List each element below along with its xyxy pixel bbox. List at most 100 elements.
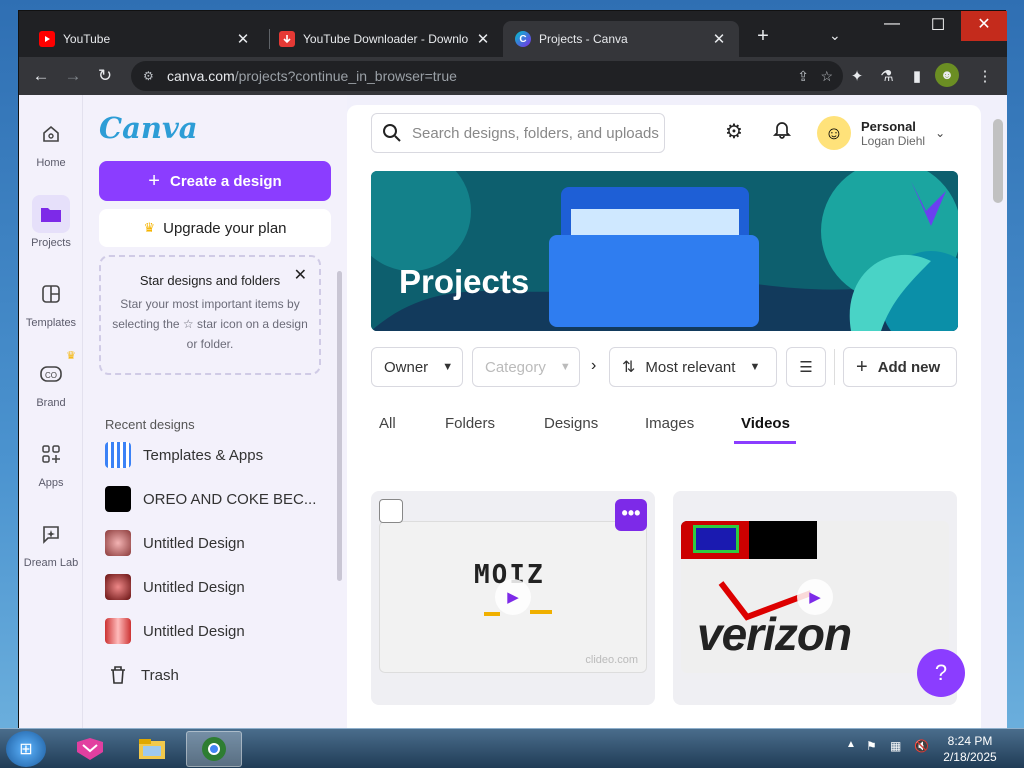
chrome-taskbar-icon[interactable] — [186, 731, 242, 767]
tab-images[interactable]: Images — [645, 415, 694, 432]
notifications-bell-icon[interactable] — [770, 119, 794, 145]
close-tab-icon[interactable]: ✕ — [711, 30, 727, 48]
play-icon[interactable]: ▶ — [495, 579, 531, 615]
canva-page: Home Projects Templates CO ♛ Brand Apps D… — [19, 95, 1007, 729]
banner-illustration — [371, 171, 958, 331]
owner-filter[interactable]: Owner ▼ — [371, 347, 463, 387]
tray-expand-icon[interactable]: ▲ — [846, 739, 856, 750]
share-icon[interactable]: ⇪ — [797, 68, 809, 85]
canva-logo[interactable]: Canva — [99, 111, 198, 145]
chevron-down-icon: ▼ — [749, 361, 761, 373]
brand-icon: CO ♛ — [32, 350, 76, 393]
sidebar-scrollbar[interactable] — [337, 271, 342, 581]
upgrade-plan-button[interactable]: ♛ Upgrade your plan — [99, 209, 331, 247]
site-info-icon[interactable]: ⚙ — [143, 69, 163, 83]
profile-avatar[interactable]: ☻ — [935, 63, 959, 87]
close-icon[interactable]: ✕ — [294, 265, 307, 285]
design-thumbnail — [105, 442, 131, 468]
search-input[interactable]: Search designs, folders, and uploads — [371, 113, 665, 153]
help-button[interactable]: ? — [917, 649, 965, 697]
close-tab-icon[interactable]: ✕ — [235, 30, 251, 48]
close-window-button[interactable]: ✕ — [961, 11, 1007, 41]
apps-icon — [32, 435, 70, 473]
tab-folders[interactable]: Folders — [445, 415, 495, 432]
tab-designs[interactable]: Designs — [544, 415, 598, 432]
account-switcher[interactable]: ☺ Personal Logan Diehl ⌄ — [817, 113, 957, 153]
tab-all[interactable]: All — [379, 415, 396, 432]
rail-item-apps[interactable]: Apps — [19, 435, 83, 489]
maximize-button[interactable]: ☐ — [915, 15, 961, 35]
create-design-button[interactable]: + Create a design — [99, 161, 331, 201]
network-icon[interactable]: ▦ — [890, 739, 901, 753]
trash-item[interactable]: Trash — [105, 659, 325, 691]
tab-search-chevron-icon[interactable]: ⌄ — [829, 27, 841, 44]
search-icon — [383, 124, 401, 142]
crown-icon: ♛ — [143, 220, 156, 235]
plus-icon: + — [856, 355, 868, 378]
add-new-button[interactable]: + Add new — [843, 347, 957, 387]
design-thumbnail — [105, 618, 131, 644]
design-thumbnail — [105, 486, 131, 512]
list-view-icon: ☰ — [799, 359, 813, 376]
close-tab-icon[interactable]: ✕ — [475, 30, 491, 48]
templates-icon — [32, 275, 70, 313]
tab-canva[interactable]: C Projects - Canva ✕ — [503, 21, 739, 57]
recent-designs-heading: Recent designs — [105, 417, 195, 432]
rail-item-projects[interactable]: Projects — [19, 195, 83, 249]
sidebar: Canva + Create a design ♛ Upgrade your pla… — [83, 95, 347, 729]
recent-design-item[interactable]: OREO AND COKE BEC... — [105, 483, 325, 515]
svg-text:CO: CO — [45, 371, 57, 380]
extensions-puzzle-icon[interactable]: ✦ — [847, 67, 867, 85]
video-card[interactable]: MOIZ clideo.com ▶ ••• — [371, 491, 655, 705]
select-checkbox[interactable] — [379, 499, 403, 523]
recent-design-item[interactable]: Templates & Apps — [105, 439, 325, 471]
tab-strip: YouTube ✕ YouTube Downloader - Downlo ✕ … — [19, 11, 1007, 57]
page-scrollbar[interactable] — [989, 105, 1007, 729]
tab-youtube[interactable]: YouTube ✕ — [27, 21, 263, 57]
avatar: ☺ — [817, 116, 851, 150]
star-tip-title: Star designs and folders — [139, 273, 281, 288]
volume-muted-icon[interactable]: 🔇 — [914, 739, 929, 753]
banner-title: Projects — [399, 263, 530, 300]
minimize-button[interactable]: — — [869, 15, 915, 33]
action-center-flag-icon[interactable]: ⚑ — [866, 739, 877, 753]
recent-design-item[interactable]: Untitled Design — [105, 571, 325, 603]
rail-item-brand[interactable]: CO ♛ Brand — [19, 350, 83, 409]
main-panel: Search designs, folders, and uploads ⚙ ☺… — [347, 105, 981, 729]
labs-flask-icon[interactable]: ⚗ — [877, 67, 897, 85]
watermark: clideo.com — [585, 654, 638, 666]
recent-design-item[interactable]: Untitled Design — [105, 615, 325, 647]
category-filter[interactable]: Category ▼ — [472, 347, 580, 387]
file-explorer-icon[interactable] — [124, 731, 180, 767]
more-options-button[interactable]: ••• — [615, 499, 647, 531]
taskbar: ⊞ ▲ ⚑ ▦ 🔇 8:24 PM 2/18/2025 — [0, 728, 1024, 768]
clock[interactable]: 8:24 PM 2/18/2025 — [940, 733, 1000, 765]
canva-icon: C — [515, 31, 531, 47]
bookmark-star-icon[interactable]: ☆ — [820, 68, 833, 85]
address-bar[interactable]: ⚙ canva.com/projects?continue_in_browser… — [131, 61, 843, 91]
reload-icon[interactable]: ↻ — [89, 60, 121, 92]
start-button[interactable]: ⊞ — [6, 731, 46, 767]
tab-videos[interactable]: Videos — [741, 415, 790, 432]
menu-dots-icon[interactable]: ⋮ — [975, 67, 995, 85]
video-card[interactable]: verizon ▶ — [673, 491, 957, 705]
settings-gear-icon[interactable]: ⚙ — [722, 119, 746, 144]
rail-item-dream-lab[interactable]: Dream Lab — [19, 515, 83, 569]
play-icon[interactable]: ▶ — [797, 579, 833, 615]
rail-item-home[interactable]: Home — [19, 115, 83, 169]
chevron-right-icon[interactable]: › — [591, 357, 596, 375]
sort-dropdown[interactable]: ⇅ Most relevant ▼ — [609, 347, 777, 387]
divider — [834, 349, 835, 385]
scrollbar-thumb[interactable] — [993, 119, 1003, 203]
url-text: canva.com/projects?continue_in_browser=t… — [167, 68, 457, 84]
recent-design-item[interactable]: Untitled Design — [105, 527, 325, 559]
rail-item-templates[interactable]: Templates — [19, 275, 83, 329]
side-panel-icon[interactable]: ▮ — [907, 67, 927, 85]
plus-icon: + — [148, 169, 160, 192]
list-view-button[interactable]: ☰ — [786, 347, 826, 387]
new-tab-button[interactable]: + — [751, 25, 775, 48]
tab-downloader[interactable]: YouTube Downloader - Downlo ✕ — [267, 21, 503, 57]
back-arrow-icon[interactable]: ← — [25, 60, 57, 92]
taskbar-app-icon[interactable] — [62, 731, 118, 767]
forward-arrow-icon[interactable]: → — [57, 60, 89, 92]
